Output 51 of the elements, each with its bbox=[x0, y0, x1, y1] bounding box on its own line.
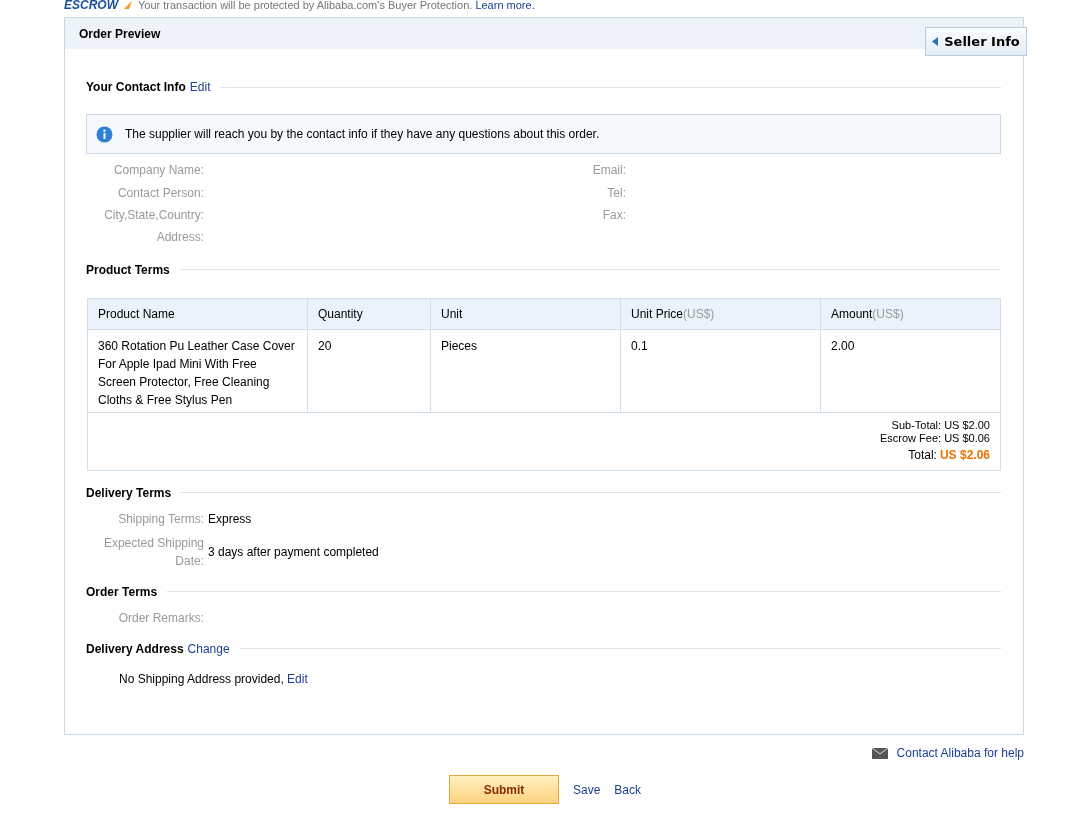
table-cell: 20 bbox=[318, 338, 332, 353]
arrow-icon bbox=[124, 1, 132, 9]
panel-title: Order Preview bbox=[79, 26, 161, 41]
field-label: Email: bbox=[591, 163, 626, 178]
escrow-logo: ESCROW bbox=[64, 0, 118, 12]
column-header: Amount(US$) bbox=[821, 298, 1000, 330]
submit-button[interactable]: Submit bbox=[449, 775, 559, 804]
edit-link[interactable]: Edit bbox=[189, 80, 211, 94]
field-label: Tel: bbox=[606, 185, 626, 200]
section-title: Product Terms bbox=[86, 262, 170, 277]
column-header: Product Name bbox=[88, 298, 308, 330]
field-label: Company Name: bbox=[112, 163, 204, 178]
table-cell: 0.1 bbox=[631, 338, 648, 353]
field-value: Express bbox=[208, 511, 252, 526]
help-link[interactable]: Contact Alibaba for help bbox=[896, 746, 1024, 760]
protection-message: Your transaction will be protected by Alibaba.com's Buyer Protection. Learn more. bbox=[138, 0, 535, 11]
total-label: Escrow Fee: bbox=[880, 431, 942, 444]
learn-more-link[interactable]: Learn more. bbox=[475, 0, 535, 11]
field-label: Order Remarks: bbox=[117, 609, 204, 627]
field-label: Contact Person: bbox=[116, 185, 204, 200]
total-value: US $0.06 bbox=[944, 431, 990, 444]
action-link[interactable]: Save bbox=[573, 782, 601, 797]
field-label: Fax: bbox=[601, 207, 626, 222]
section-title: Delivery Address bbox=[86, 641, 184, 656]
total-label: Sub-Total: bbox=[891, 418, 942, 431]
total-value: US $2.00 bbox=[944, 418, 990, 431]
total-label: Total: bbox=[908, 447, 937, 462]
column-header: Quantity bbox=[308, 298, 431, 330]
table-cell: 2.00 bbox=[831, 338, 855, 353]
seller-info-tab[interactable]: Seller Info bbox=[925, 27, 1027, 56]
column-header: Unit Price(US$) bbox=[621, 298, 821, 330]
triangle-icon bbox=[932, 37, 939, 46]
info-icon bbox=[96, 125, 113, 143]
field-label: Expected Shipping Date: bbox=[102, 534, 204, 570]
field-label: City,State,Country: bbox=[103, 207, 204, 222]
table-cell: Pieces bbox=[441, 338, 478, 353]
change-link[interactable]: Change bbox=[187, 641, 230, 656]
envelope-icon bbox=[871, 747, 888, 759]
edit-link[interactable]: Edit bbox=[287, 671, 308, 686]
notice-text: The supplier will reach you by the contact info if they have any questions about this order. bbox=[125, 127, 600, 141]
table-cell: 360 Rotation Pu Leather Case Cover For Apple Ipad Mini With Free Screen Protector, Free Cleaning Cloths & Free Stylus Pen bbox=[98, 338, 295, 407]
field-label: Address: bbox=[155, 230, 204, 245]
action-link[interactable]: Back bbox=[614, 782, 642, 797]
field-label: Shipping Terms: bbox=[117, 510, 204, 528]
total-value: US $2.06 bbox=[939, 447, 990, 462]
column-header: Unit bbox=[431, 298, 621, 330]
address-message: No Shipping Address provided, Edit bbox=[119, 671, 308, 686]
section-title: Delivery Terms bbox=[86, 485, 172, 500]
section-title: Order Terms bbox=[86, 584, 158, 599]
section-title: Your Contact Info bbox=[86, 80, 186, 94]
field-value: 3 days after payment completed bbox=[208, 544, 379, 559]
